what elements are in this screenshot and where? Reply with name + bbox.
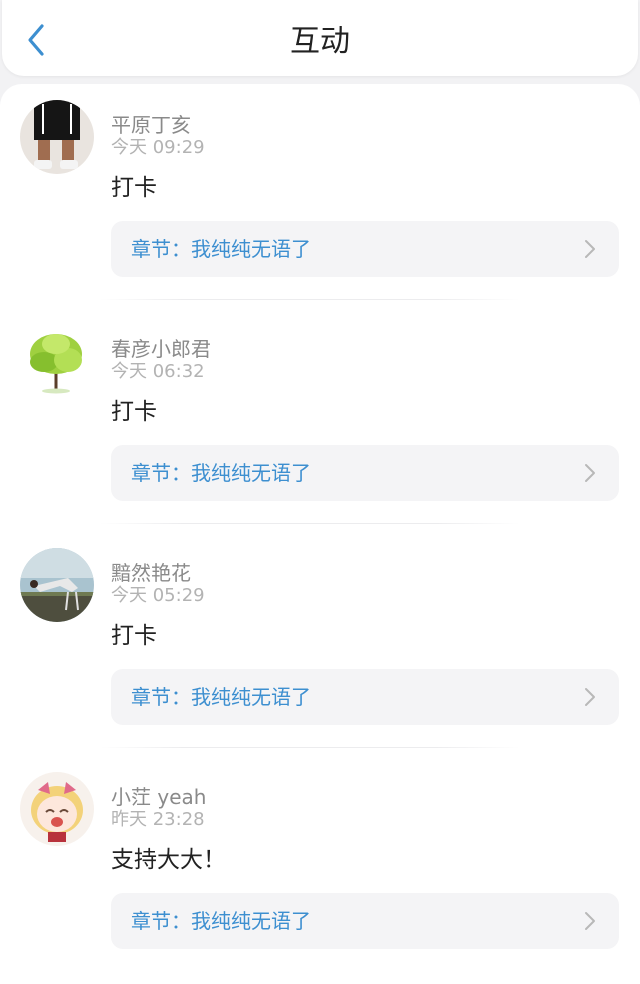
username[interactable]: 平原丁亥 xyxy=(111,113,191,137)
page-title: 互动 xyxy=(290,24,350,59)
comment-item: 黯然艳花 今天 05:29 打卡 章节：我纯纯无语了 xyxy=(0,532,640,756)
comment-item: 平原丁亥 今天 09:29 打卡 章节：我纯纯无语了 xyxy=(0,84,640,308)
chapter-label: 章节：我纯纯无语了 xyxy=(131,237,311,261)
chapter-link[interactable]: 章节：我纯纯无语了 xyxy=(111,221,619,277)
comment-text: 支持大大！ xyxy=(111,847,226,873)
username[interactable]: 春彦小郎君 xyxy=(111,337,211,361)
avatar[interactable] xyxy=(20,772,94,846)
timestamp: 昨天 23:28 xyxy=(111,809,205,830)
chevron-right-icon xyxy=(585,240,595,258)
chapter-label: 章节：我纯纯无语了 xyxy=(131,909,311,933)
username[interactable]: 小茳 yeah xyxy=(111,785,206,809)
timestamp: 今天 06:32 xyxy=(111,361,205,382)
divider xyxy=(100,747,520,748)
comment-text: 打卡 xyxy=(111,175,157,201)
top-bar: 互动 xyxy=(2,0,638,76)
avatar[interactable] xyxy=(20,324,94,398)
comment-item: 春彦小郎君 今天 06:32 打卡 章节：我纯纯无语了 xyxy=(0,308,640,532)
chevron-right-icon xyxy=(585,464,595,482)
divider xyxy=(100,523,520,524)
timestamp: 今天 05:29 xyxy=(111,585,205,606)
chapter-label: 章节：我纯纯无语了 xyxy=(131,685,311,709)
comment-text: 打卡 xyxy=(111,399,157,425)
avatar[interactable] xyxy=(20,100,94,174)
chevron-right-icon xyxy=(585,912,595,930)
chapter-link[interactable]: 章节：我纯纯无语了 xyxy=(111,445,619,501)
chapter-link[interactable]: 章节：我纯纯无语了 xyxy=(111,893,619,949)
divider xyxy=(100,299,520,300)
comment-list: 平原丁亥 今天 09:29 打卡 章节：我纯纯无语了 春彦小郎君 今天 06:3… xyxy=(0,84,640,984)
chevron-right-icon xyxy=(585,688,595,706)
avatar[interactable] xyxy=(20,548,94,622)
comment-text: 打卡 xyxy=(111,623,157,649)
comment-item: 小茳 yeah 昨天 23:28 支持大大！ 章节：我纯纯无语了 xyxy=(0,756,640,980)
chapter-link[interactable]: 章节：我纯纯无语了 xyxy=(111,669,619,725)
timestamp: 今天 09:29 xyxy=(111,137,205,158)
username[interactable]: 黯然艳花 xyxy=(111,561,191,585)
chapter-label: 章节：我纯纯无语了 xyxy=(131,461,311,485)
